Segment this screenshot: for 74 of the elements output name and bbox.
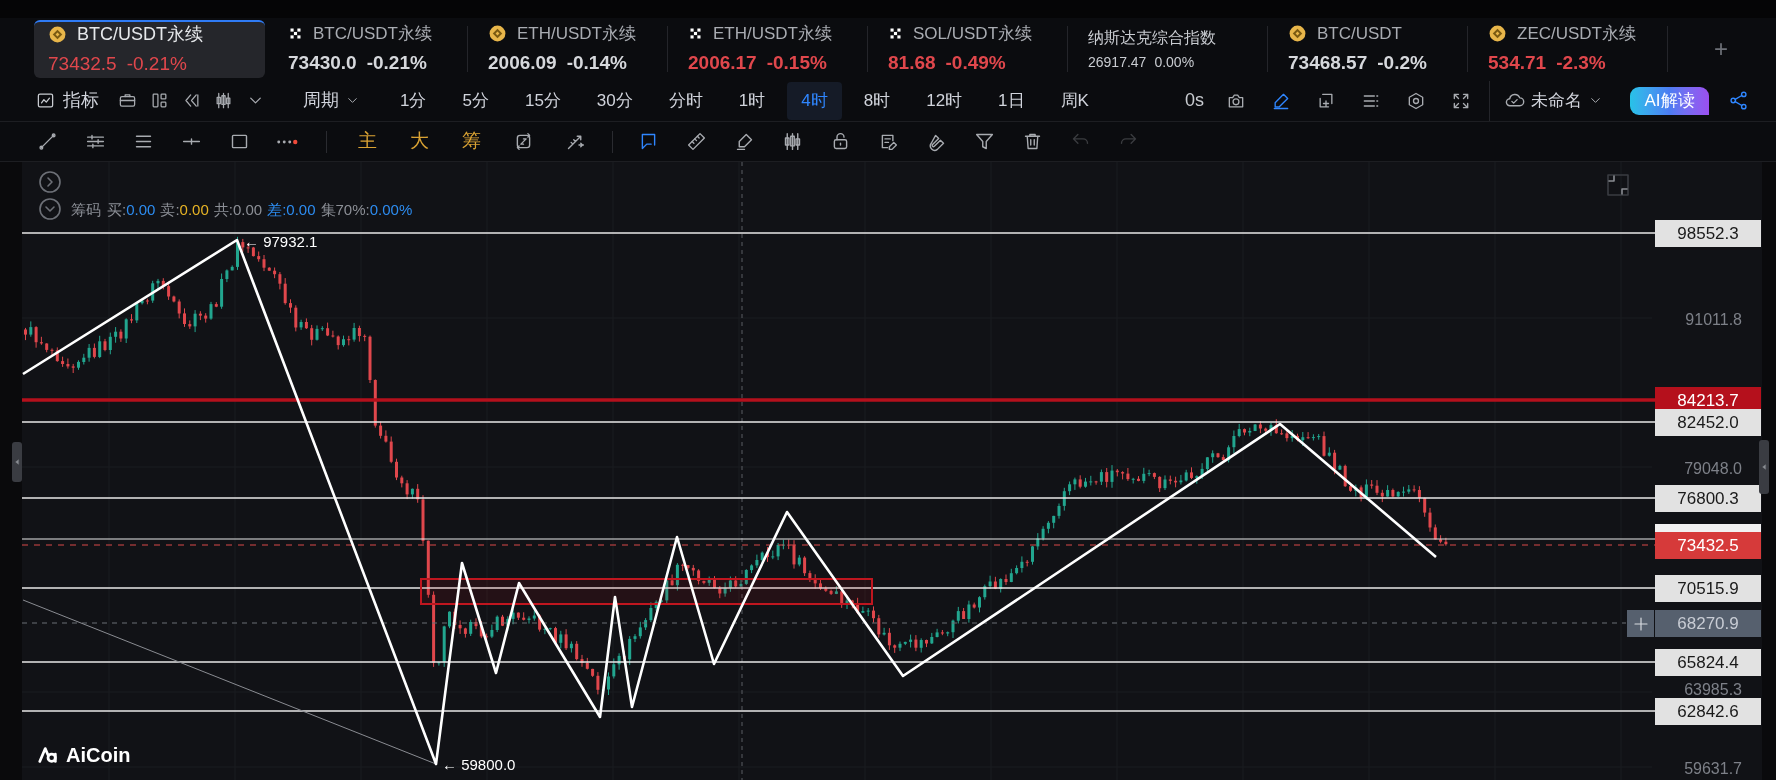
logo-icon xyxy=(36,744,60,766)
axis-tick-label: 63985.3 xyxy=(1683,680,1742,700)
panel-handle[interactable] xyxy=(1759,440,1769,494)
chart-icon xyxy=(36,91,55,110)
timer-text: 0s xyxy=(1185,89,1204,112)
filter-icon[interactable] xyxy=(973,131,995,152)
ai-interpret-button[interactable]: AI解读 xyxy=(1630,86,1709,115)
legend-value: 0.00 xyxy=(179,200,209,220)
interval-tab[interactable]: 4时 xyxy=(787,81,842,120)
legend-label: 集70%: xyxy=(320,200,370,220)
price-label: 70515.9 xyxy=(1655,575,1761,602)
axis-tick-label: 79048.0 xyxy=(1683,459,1742,479)
share-icon[interactable] xyxy=(1728,90,1749,111)
axis-tick-label: 59631.7 xyxy=(1683,759,1742,779)
checker-icon xyxy=(688,26,703,42)
interval-tab[interactable]: 12时 xyxy=(912,81,977,120)
briefcase-icon[interactable] xyxy=(117,91,137,110)
layout-dropdown[interactable]: 未命名 xyxy=(1504,87,1603,114)
legend-value: 0.00 xyxy=(126,200,156,220)
ruler-icon[interactable] xyxy=(685,131,707,152)
symbol-tab[interactable]: SOL/USDT永续 81.68 -0.49% xyxy=(868,26,1068,72)
price-label: 62842.6 xyxy=(1655,698,1761,725)
trend-line-icon[interactable] xyxy=(36,131,58,152)
legend-value: 0.00 xyxy=(232,200,263,220)
interval-tab[interactable]: 15分 xyxy=(510,81,575,120)
price-label: 76800.3 xyxy=(1655,485,1761,512)
checker-icon xyxy=(288,26,303,42)
chip-tool-button[interactable]: 大 xyxy=(409,127,429,156)
collapse-icon[interactable] xyxy=(38,197,62,221)
symbol-tab[interactable]: ETH/USDT永续 2006.17 -0.15% xyxy=(668,26,868,72)
add-tab-button[interactable]: + xyxy=(1714,31,1728,67)
axis-tick-label: 91011.8 xyxy=(1684,310,1742,330)
indicator-button[interactable]: 指标 xyxy=(36,87,99,114)
interval-tab[interactable]: 30分 xyxy=(582,81,647,120)
symbol-tab[interactable]: BTC/USDT永续 73430.0 -0.21% xyxy=(268,26,468,72)
panel-handle[interactable] xyxy=(12,442,22,482)
symbol-tab[interactable]: ETH/USDT永续 2006.09 -0.14% xyxy=(468,26,668,72)
minimize-icon[interactable] xyxy=(1606,173,1630,197)
interval-tab[interactable]: 5分 xyxy=(448,81,503,120)
coin-icon xyxy=(1488,24,1507,44)
symbol-tab[interactable]: BTC/USDT 73468.57 -0.2% xyxy=(1268,26,1468,72)
price-label: 65824.4 xyxy=(1655,649,1761,676)
legend-title: 筹码 xyxy=(71,200,101,220)
interval-tab[interactable]: 1日 xyxy=(984,81,1039,120)
interval-tab[interactable]: 1时 xyxy=(724,81,780,120)
symbol-tab[interactable]: 纳斯达克综合指数 26917.47 0.00% xyxy=(1068,26,1268,72)
interval-tab[interactable]: 1分 xyxy=(386,81,441,120)
logo-text: AiCoin xyxy=(66,743,131,768)
coin-icon xyxy=(48,25,67,45)
interval-tab[interactable]: 分时 xyxy=(654,81,717,120)
price-annotation: ← 97932.1 xyxy=(244,232,318,252)
chip-tool-button[interactable]: 筹 xyxy=(461,127,481,156)
price-label: 82452.0 xyxy=(1655,409,1761,436)
legend-label: 共: xyxy=(213,200,233,220)
coin-icon xyxy=(1288,24,1307,44)
price-annotation: ← 59800.0 xyxy=(442,755,516,775)
price-label: 68270.9 xyxy=(1655,610,1761,637)
symbol-tab[interactable]: ZEC/USDT永续 534.71 -2.3% xyxy=(1468,26,1668,72)
price-label: 98552.3 xyxy=(1655,220,1761,247)
checker-icon xyxy=(888,26,903,42)
interval-tab[interactable]: 8时 xyxy=(849,81,905,120)
symbol-tab[interactable]: BTC/USDT永续 73432.5 -0.21% xyxy=(34,20,265,78)
expand-icon[interactable] xyxy=(38,170,62,194)
legend-label: 卖: xyxy=(160,200,180,220)
legend-value: 0.00% xyxy=(369,200,413,220)
legend-value: 0.00 xyxy=(286,200,316,220)
chip-tool-button[interactable]: 主 xyxy=(357,127,377,156)
add-alert-button[interactable] xyxy=(1627,610,1654,637)
legend-label: 买: xyxy=(107,200,127,220)
legend-label: 差: xyxy=(267,200,287,220)
price-label: 73432.5 xyxy=(1655,532,1761,559)
period-dropdown[interactable]: 周期 xyxy=(303,87,360,114)
interval-tab[interactable]: 周K xyxy=(1046,81,1103,120)
coin-icon xyxy=(488,24,507,44)
